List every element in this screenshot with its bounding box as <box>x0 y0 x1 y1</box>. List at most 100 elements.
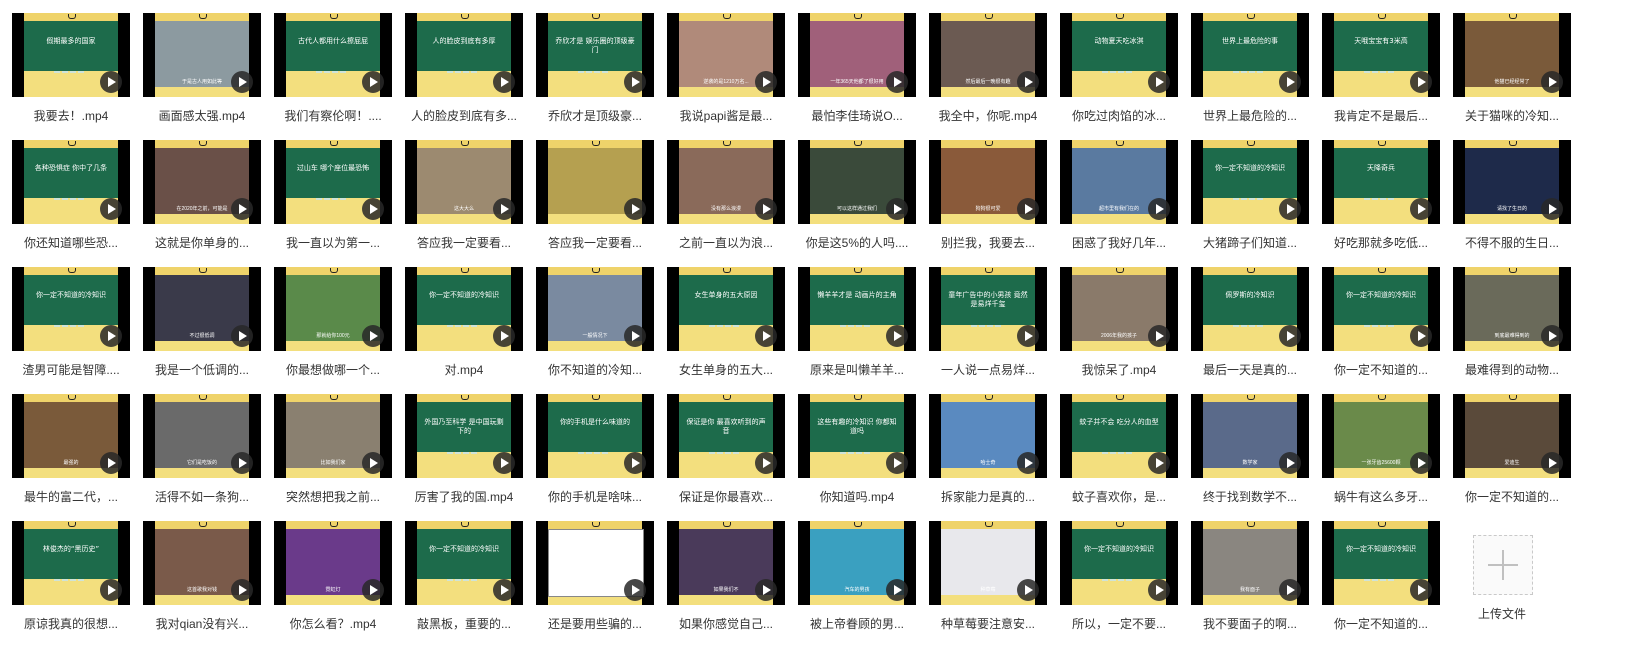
play-icon[interactable] <box>493 198 515 220</box>
video-tile[interactable]: 到底最难得到的 最难得到的动物... <box>1453 267 1571 387</box>
video-thumbnail[interactable]: 逆袭的是1210万名... <box>667 13 785 97</box>
video-thumbnail[interactable]: 如果我们不 <box>667 521 785 605</box>
play-icon[interactable] <box>362 325 384 347</box>
play-icon[interactable] <box>1279 198 1301 220</box>
play-icon[interactable] <box>1410 325 1432 347</box>
video-tile[interactable]: 假期最多的国家 我要去！.mp4 <box>12 13 130 133</box>
play-icon[interactable] <box>1541 452 1563 474</box>
video-thumbnail[interactable]: 外国乃至科学 是中国玩剩下的 <box>405 394 523 478</box>
video-thumbnail[interactable]: 汽车的男孩 <box>798 521 916 605</box>
video-thumbnail[interactable]: 人的脸皮到底有多厚 <box>405 13 523 97</box>
play-icon[interactable] <box>493 71 515 93</box>
video-thumbnail[interactable]: 过山车 哪个座位最恐怖 <box>274 140 392 224</box>
play-icon[interactable] <box>100 452 122 474</box>
video-tile[interactable]: 一般情况下 你不知道的冷知... <box>536 267 654 387</box>
play-icon[interactable] <box>886 325 908 347</box>
video-thumbnail[interactable]: 天降奇兵 <box>1322 140 1440 224</box>
video-thumbnail[interactable]: 他猫已经经常了 <box>1453 13 1571 97</box>
video-tile[interactable]: 没有那么浪漫 之前一直以为浪... <box>667 140 785 260</box>
video-thumbnail[interactable]: 这大大么 <box>405 140 523 224</box>
video-thumbnail[interactable]: 这些有趣的冷知识 你都知道吗 <box>798 394 916 478</box>
video-thumbnail[interactable]: 你一定不知道的冷知识 <box>405 267 523 351</box>
video-tile[interactable]: 它们是吃饭的 活得不如一条狗... <box>143 394 261 514</box>
video-thumbnail[interactable]: 一张牙齿25600颗 <box>1322 394 1440 478</box>
video-tile[interactable]: 各种恐惧症 你中了几条 你还知道哪些恐... <box>12 140 130 260</box>
video-tile[interactable]: 一年365天他都了很好用 最怕李佳琦说O... <box>798 13 916 133</box>
play-icon[interactable] <box>755 71 777 93</box>
play-icon[interactable] <box>100 579 122 601</box>
video-thumbnail[interactable]: 蚊子并不会 吃分人的血型 <box>1060 394 1178 478</box>
video-tile[interactable]: 天哦宝宝有3米高 我肯定不是最后... <box>1322 13 1440 133</box>
play-icon[interactable] <box>1279 325 1301 347</box>
play-icon[interactable] <box>1279 71 1301 93</box>
video-tile[interactable]: 世界上最危险的事 世界上最危险的... <box>1191 13 1309 133</box>
video-tile[interactable]: 种草莓 种草莓要注意安... <box>929 521 1047 641</box>
play-icon[interactable] <box>755 325 777 347</box>
video-thumbnail[interactable]: 保证是你 最喜欢听到的声音 <box>667 394 785 478</box>
play-icon[interactable] <box>493 325 515 347</box>
video-thumbnail[interactable] <box>536 521 654 605</box>
video-tile[interactable]: 这些有趣的冷知识 你都知道吗 你知道吗.mp4 <box>798 394 916 514</box>
video-tile[interactable]: 女生单身的五大原因 女生单身的五大... <box>667 267 785 387</box>
play-icon[interactable] <box>231 325 253 347</box>
video-thumbnail[interactable]: 假期最多的国家 <box>12 13 130 97</box>
video-tile[interactable]: 如果我们不 如果你感觉自己... <box>667 521 785 641</box>
video-tile[interactable]: 狗狗很可爱 别拦我，我要去... <box>929 140 1047 260</box>
play-icon[interactable] <box>1017 71 1039 93</box>
play-icon[interactable] <box>1410 71 1432 93</box>
video-thumbnail[interactable]: 哈士奇 <box>929 394 1047 478</box>
video-tile[interactable]: 我有面子 我不要面子的啊... <box>1191 521 1309 641</box>
video-thumbnail[interactable]: 你一定不知道的冷知识 <box>1322 521 1440 605</box>
video-thumbnail[interactable]: 你一定不知道的冷知识 <box>405 521 523 605</box>
video-tile[interactable]: 比如我们家 突然想把我之前... <box>274 394 392 514</box>
video-tile[interactable]: 童年广告中的小男孩 竟然是易烊千玺 一人说一点易烊... <box>929 267 1047 387</box>
video-thumbnail[interactable]: 超市里有我们在的 <box>1060 140 1178 224</box>
video-thumbnail[interactable]: 请找了生日的 <box>1453 140 1571 224</box>
play-icon[interactable] <box>886 71 908 93</box>
video-tile[interactable]: 动物夏天吃冰淇 你吃过肉馅的冰... <box>1060 13 1178 133</box>
video-tile[interactable]: 乔欣才是 娱乐圈的顶级豪门 乔欣才是顶级豪... <box>536 13 654 133</box>
video-thumbnail[interactable]: 女生单身的五大原因 <box>667 267 785 351</box>
video-tile[interactable]: 然后最后一晚很有趣 我全中，你呢.mp4 <box>929 13 1047 133</box>
video-thumbnail[interactable]: 不过很低调 <box>143 267 261 351</box>
video-tile[interactable]: 这大大么 答应我一定要看... <box>405 140 523 260</box>
video-tile[interactable]: 爱迪生 你一定不知道的... <box>1453 394 1571 514</box>
play-icon[interactable] <box>362 452 384 474</box>
play-icon[interactable] <box>231 579 253 601</box>
video-tile[interactable]: 哈士奇 拆家能力是真的... <box>929 394 1047 514</box>
play-icon[interactable] <box>231 71 253 93</box>
video-thumbnail[interactable] <box>536 140 654 224</box>
video-thumbnail[interactable]: 比如我们家 <box>274 394 392 478</box>
video-thumbnail[interactable]: 佩罗斯的冷知识 <box>1191 267 1309 351</box>
play-icon[interactable] <box>1148 452 1170 474</box>
play-icon[interactable] <box>624 325 646 347</box>
video-tile[interactable]: 请找了生日的 不得不服的生日... <box>1453 140 1571 260</box>
play-icon[interactable] <box>1279 579 1301 601</box>
play-icon[interactable] <box>886 198 908 220</box>
video-tile[interactable]: 林俊杰的“黑历史” 原谅我真的很想... <box>12 521 130 641</box>
video-thumbnail[interactable]: 各种恐惧症 你中了几条 <box>12 140 130 224</box>
play-icon[interactable] <box>362 198 384 220</box>
video-tile[interactable]: 答应我一定要看... <box>536 140 654 260</box>
play-icon[interactable] <box>362 579 384 601</box>
play-icon[interactable] <box>231 198 253 220</box>
play-icon[interactable] <box>1148 71 1170 93</box>
video-tile[interactable]: 你一定不知道的冷知识 大猪蹄子们知道... <box>1191 140 1309 260</box>
video-thumbnail[interactable]: 最强的 <box>12 394 130 478</box>
video-tile[interactable]: 于是古人用如此等 画面感太强.mp4 <box>143 13 261 133</box>
upload-button[interactable] <box>1473 535 1533 595</box>
video-thumbnail[interactable]: 爱迪生 <box>1453 394 1571 478</box>
video-tile[interactable]: 这首歌我对钱 我对qian没有兴... <box>143 521 261 641</box>
video-thumbnail[interactable]: 这首歌我对钱 <box>143 521 261 605</box>
video-thumbnail[interactable]: 狗狗很可爱 <box>929 140 1047 224</box>
play-icon[interactable] <box>624 452 646 474</box>
video-thumbnail[interactable]: 你一定不知道的冷知识 <box>1322 267 1440 351</box>
play-icon[interactable] <box>755 579 777 601</box>
video-thumbnail[interactable]: 你一定不知道的冷知识 <box>1191 140 1309 224</box>
video-thumbnail[interactable]: 到底最难得到的 <box>1453 267 1571 351</box>
video-thumbnail[interactable]: 在2020年之前，可能是 <box>143 140 261 224</box>
video-thumbnail[interactable]: 你一定不知道的冷知识 <box>1060 521 1178 605</box>
play-icon[interactable] <box>100 71 122 93</box>
video-tile[interactable]: 他猫已经经常了 关于猫咪的冷知... <box>1453 13 1571 133</box>
video-thumbnail[interactable]: 没有那么浪漫 <box>667 140 785 224</box>
